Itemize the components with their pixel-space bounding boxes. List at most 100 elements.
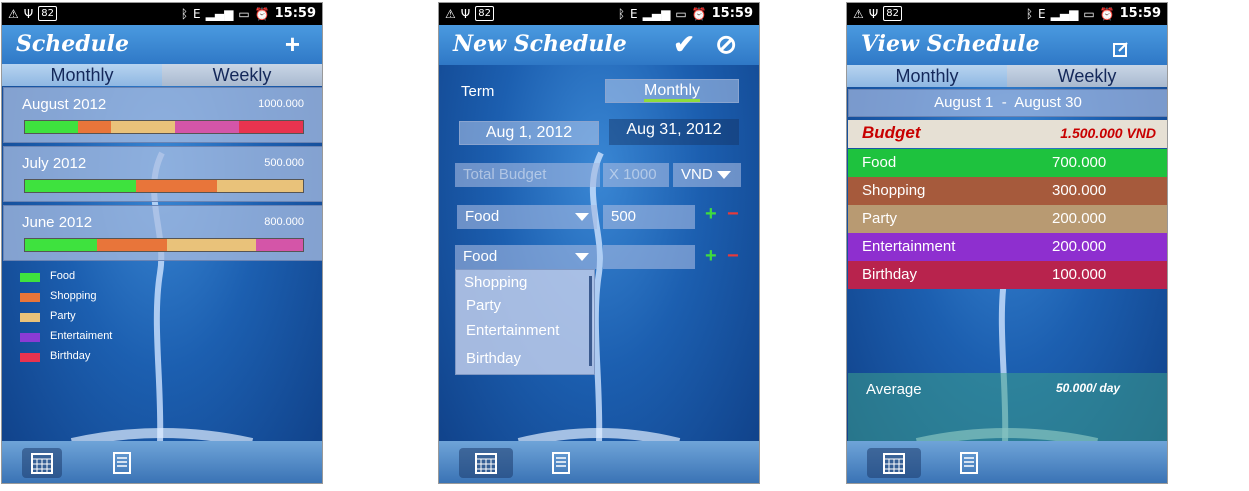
category-value: 100.000 [1052, 266, 1107, 283]
clock: 15:59 [1119, 6, 1161, 21]
tab-bar: Monthly Weekly [2, 64, 322, 86]
average-value: 50.000/ day [1056, 381, 1121, 395]
category-row-food[interactable]: Food 700.000 [848, 149, 1167, 177]
bluetooth-icon: ᛒ [180, 6, 189, 21]
remove-row-button[interactable]: − [727, 245, 739, 268]
category-share-bar [24, 120, 304, 134]
category-label: Party [862, 210, 898, 227]
end-date-field[interactable]: Aug 31, 2012 [609, 119, 739, 145]
usb-icon: Ψ [460, 6, 471, 21]
warning-icon: ⚠ [853, 6, 864, 21]
calendar-icon [475, 453, 497, 474]
dropdown-scrollbar[interactable] [589, 276, 592, 366]
tab-weekly[interactable]: Weekly [162, 64, 322, 86]
multiplier-label: X 1000 [603, 163, 669, 187]
bluetooth-icon: ᛒ [1025, 6, 1034, 21]
notes-nav-button[interactable] [541, 448, 581, 478]
chevron-down-icon [575, 253, 589, 261]
budget-row: Budget 1.500.000 VND [848, 120, 1167, 148]
battery-icon: ▭ [238, 6, 250, 21]
range-end: August 30 [1014, 94, 1082, 111]
add-row-button[interactable]: + [705, 203, 717, 226]
battery-level: 82 [883, 6, 902, 21]
notes-icon [552, 452, 570, 474]
budget-label: Budget [862, 123, 921, 142]
month-amount: 500.000 [264, 157, 304, 169]
calendar-nav-button[interactable] [22, 448, 62, 478]
start-date-value: Aug 1, 2012 [485, 124, 573, 141]
range-separator: - [1001, 94, 1007, 111]
month-card-july[interactable]: July 2012 500.000 [3, 146, 322, 202]
total-budget-placeholder: Total Budget [463, 166, 547, 183]
tab-bar: Monthly Weekly [847, 65, 1167, 87]
amount-value: 500 [611, 208, 637, 225]
tab-weekly[interactable]: Weekly [1007, 65, 1167, 87]
month-name: August 2012 [22, 96, 107, 113]
clock: 15:59 [711, 6, 753, 21]
category-row-shopping[interactable]: Shopping 300.000 [848, 177, 1167, 205]
signal-icon: ▂▄▆ [205, 6, 234, 21]
multiplier-text: X 1000 [609, 166, 657, 183]
month-card-june[interactable]: June 2012 800.000 [3, 205, 322, 261]
notes-icon [960, 452, 978, 474]
calendar-nav-button[interactable] [459, 448, 513, 478]
legend-label: Shopping [50, 290, 97, 302]
title-bar: View Schedule [847, 25, 1167, 65]
notes-nav-button[interactable] [949, 448, 989, 478]
remove-row-button[interactable]: − [727, 203, 739, 226]
month-name: June 2012 [22, 214, 93, 231]
calendar-nav-button[interactable] [867, 448, 921, 478]
bar-segment [25, 121, 78, 133]
alarm-icon: ⏰ [1099, 6, 1115, 21]
chevron-down-icon [575, 213, 589, 221]
category-select-2[interactable]: Food [455, 245, 597, 269]
category-select-1[interactable]: Food [457, 205, 597, 229]
tree-background-illustration [517, 151, 681, 448]
tab-monthly[interactable]: Monthly [847, 65, 1007, 87]
average-panel: Average 50.000/ day [848, 373, 1167, 443]
category-row-party[interactable]: Party 200.000 [848, 205, 1167, 233]
dropdown-option[interactable]: Birthday [466, 350, 521, 367]
notes-icon [113, 452, 131, 474]
dropdown-option[interactable]: Party [466, 297, 501, 314]
month-card-august[interactable]: August 2012 1000.000 [3, 87, 322, 143]
page-title: Schedule [16, 31, 130, 57]
calendar-icon [31, 453, 53, 474]
confirm-check-icon[interactable]: ✔ [673, 29, 695, 59]
amount-input-2[interactable] [603, 245, 695, 269]
legend-swatch [20, 273, 40, 282]
add-row-button[interactable]: + [705, 245, 717, 268]
clock: 15:59 [274, 6, 316, 21]
tab-monthly[interactable]: Monthly [2, 64, 162, 86]
notes-nav-button[interactable] [102, 448, 142, 478]
network-type: E [630, 6, 638, 21]
signal-icon: ▂▄▆ [1050, 6, 1079, 21]
category-label: Entertainment [862, 238, 956, 255]
bar-segment [175, 121, 240, 133]
amount-input-1[interactable]: 500 [603, 205, 695, 229]
add-schedule-button[interactable]: + [285, 29, 300, 59]
total-budget-input[interactable]: Total Budget [455, 163, 600, 187]
dropdown-option[interactable]: Shopping [464, 274, 527, 291]
category-value: 700.000 [1052, 154, 1107, 171]
category-row-entertainment[interactable]: Entertainment 200.000 [848, 233, 1167, 261]
currency-select[interactable]: VND [673, 163, 741, 187]
edit-icon [1113, 42, 1128, 57]
usb-icon: Ψ [868, 6, 879, 21]
bar-segment [111, 121, 176, 133]
category-share-bar [24, 238, 304, 252]
bar-segment [216, 180, 303, 192]
category-row-birthday[interactable]: Birthday 100.000 [848, 261, 1167, 289]
alarm-icon: ⏰ [691, 6, 707, 21]
cancel-icon[interactable]: ⊘ [715, 29, 737, 59]
new-schedule-screen: ⚠ Ψ 82 ᛒ E ▂▄▆ ▭ ⏰ 15:59 New Schedule ✔ ⊘ Term … [438, 2, 760, 484]
category-label: Food [862, 154, 897, 171]
edit-button[interactable] [1113, 33, 1129, 63]
network-type: E [1038, 6, 1046, 21]
alarm-icon: ⏰ [254, 6, 270, 21]
usb-icon: Ψ [23, 6, 34, 21]
page-title: New Schedule [453, 31, 627, 57]
term-selector[interactable]: Monthly [605, 79, 739, 103]
start-date-field[interactable]: Aug 1, 2012 [459, 121, 599, 145]
dropdown-option[interactable]: Entertainment [466, 322, 559, 339]
